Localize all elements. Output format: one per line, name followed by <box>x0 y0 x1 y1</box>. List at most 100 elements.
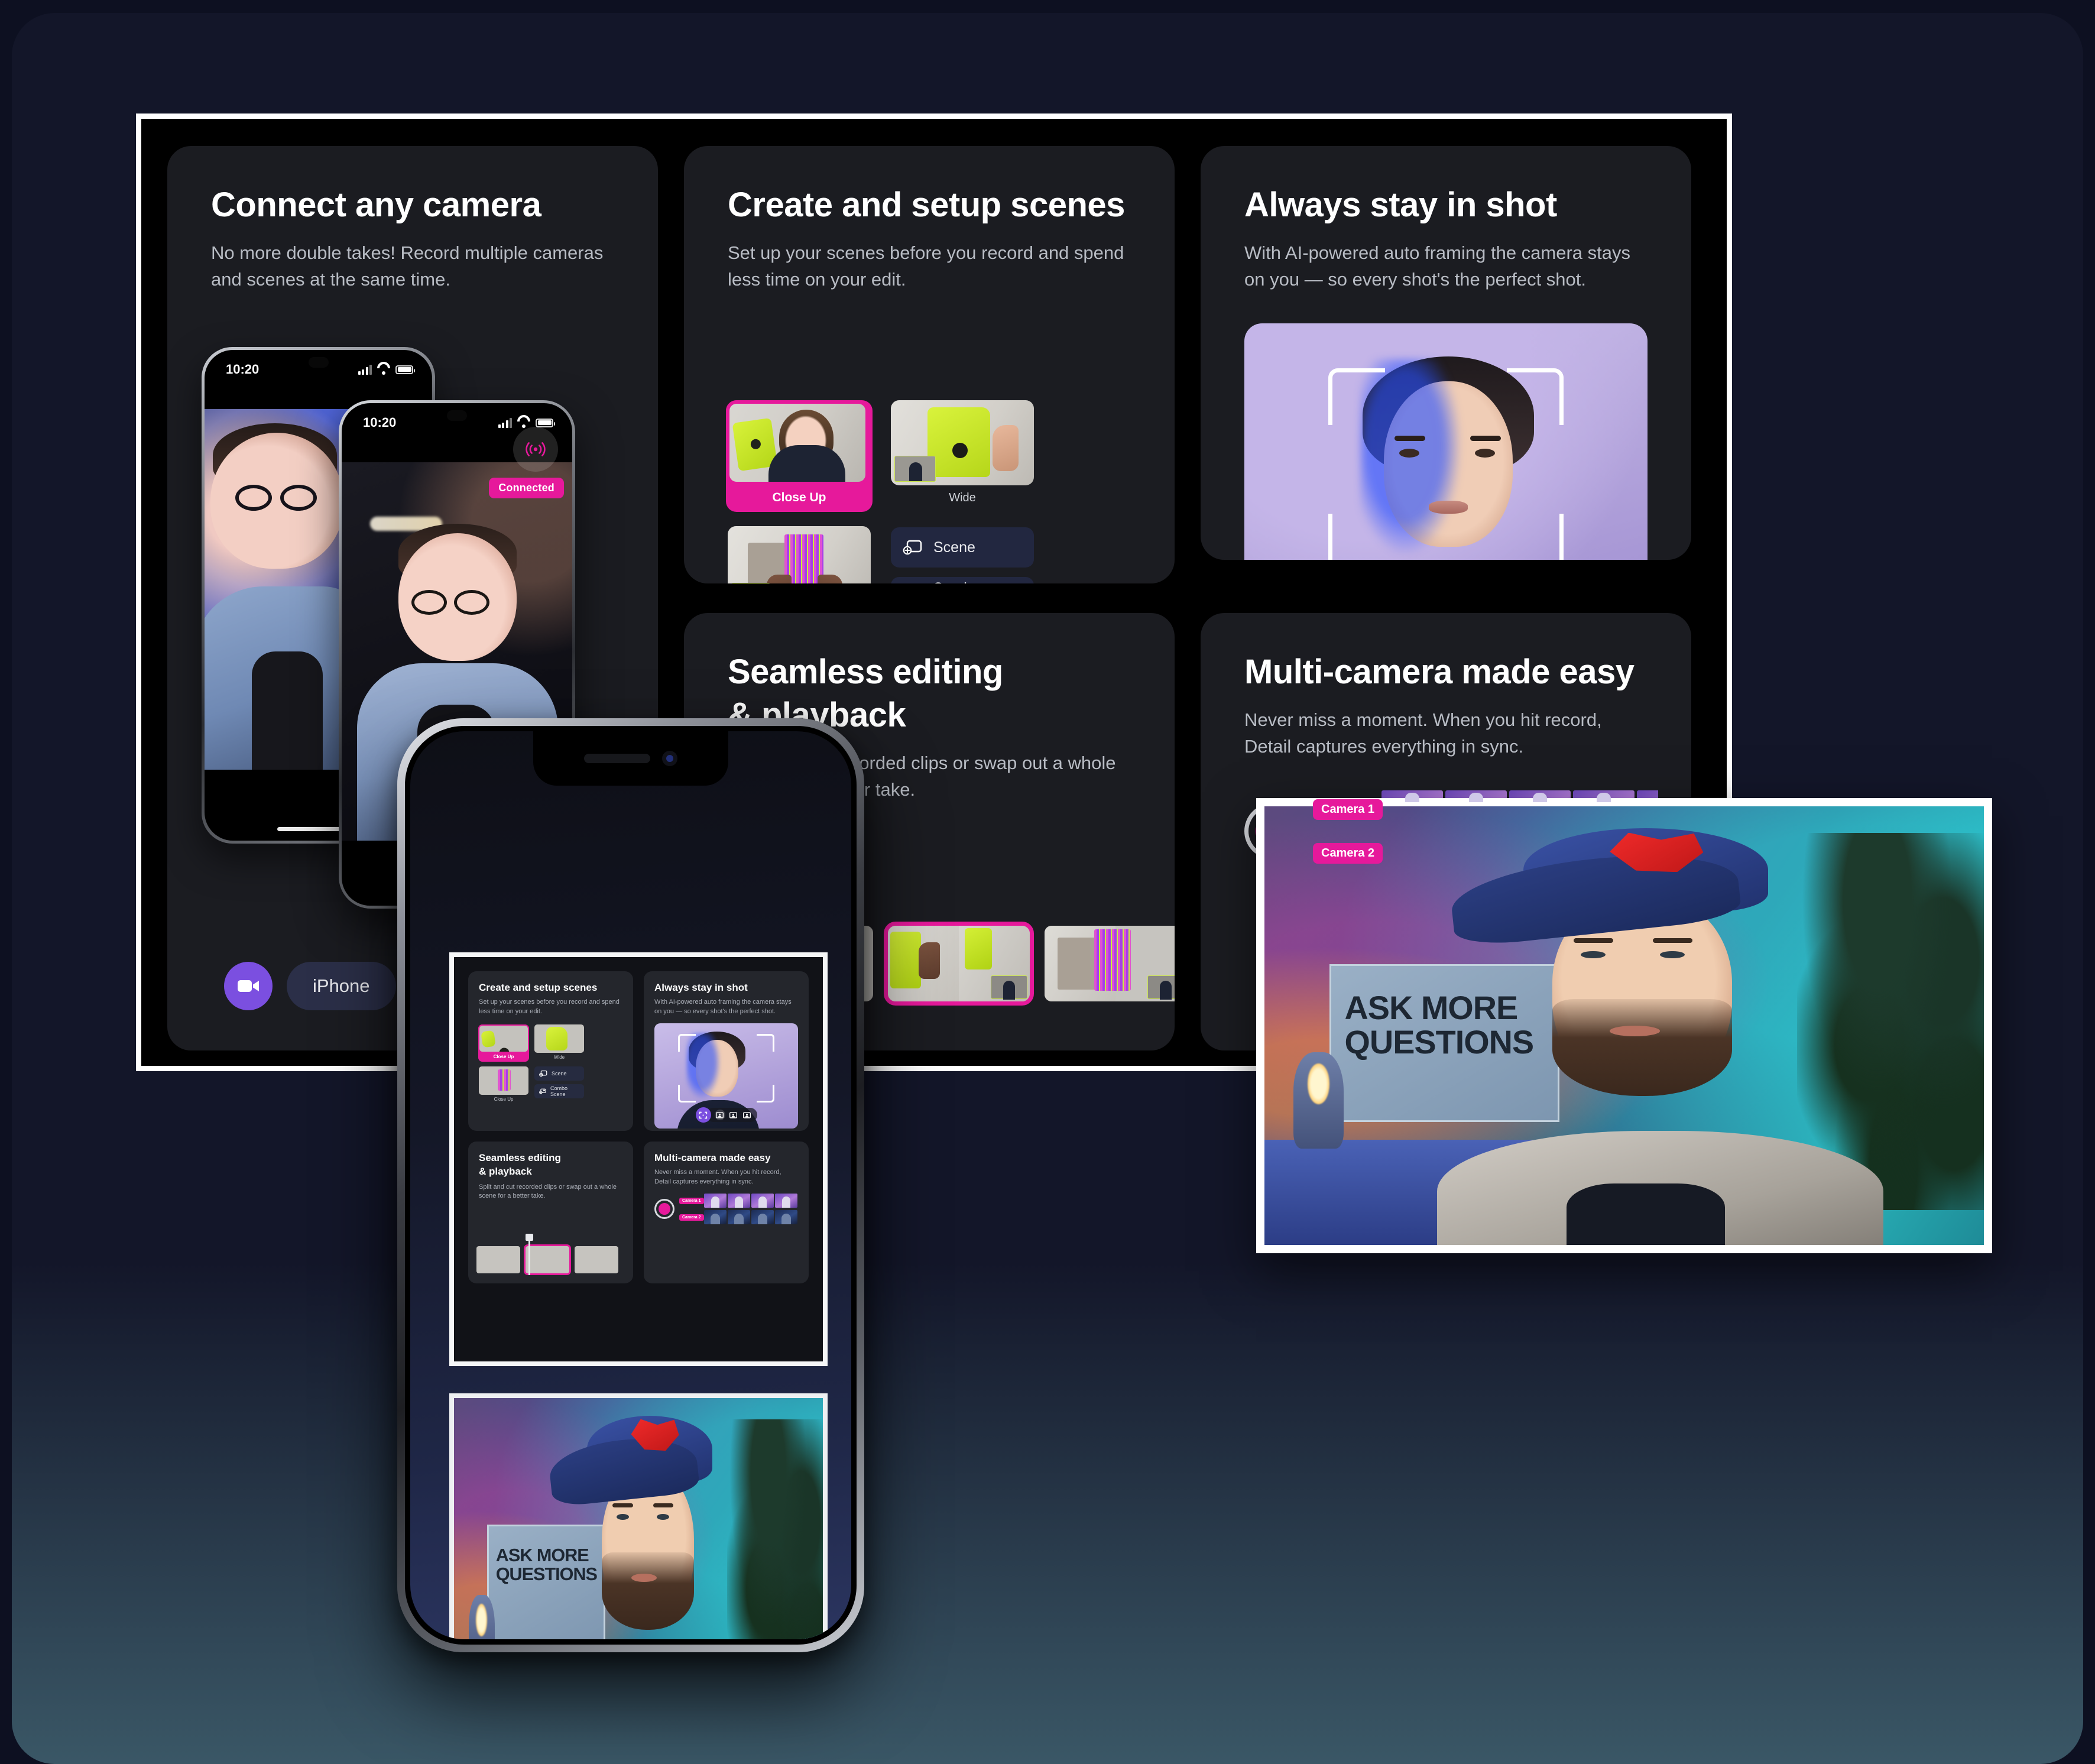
mini-card-multi-camera-made-easy: Multi-camera made easy Never miss a mome… <box>644 1142 809 1283</box>
mini-timeline-clip[interactable] <box>575 1246 618 1273</box>
mini-camera-track-label: Camera 1 <box>679 1197 704 1204</box>
poster: ASK MORE QUESTIONS <box>1329 964 1559 1123</box>
mini-card-title: Always stay in shot <box>654 982 748 993</box>
mini-camera-track-label: Camera 2 <box>679 1214 704 1221</box>
mini-scene-close-up-selected[interactable]: Close Up <box>478 1024 529 1062</box>
add-combo-scene-button[interactable]: Combo Scene <box>891 577 1034 583</box>
wifi-icon <box>377 365 390 375</box>
framing-bracket-bottom-right <box>1507 514 1564 560</box>
mini-add-scene-label: Scene <box>552 1071 567 1077</box>
iphone-notch <box>533 731 728 786</box>
mini-auto-framing-preview <box>654 1023 798 1129</box>
mini-scene-label: Wide <box>553 1055 565 1061</box>
scene-item-close-up-2[interactable]: Close Up <box>728 526 871 583</box>
wifi-icon <box>517 418 530 428</box>
screenshot-root: Connect any camera No more double takes!… <box>0 0 2095 1764</box>
camera-track-label: Camera 2 <box>1313 842 1383 864</box>
scene-grid: Close Up Wide Scene <box>726 400 1141 583</box>
timeline-clip[interactable] <box>1045 926 1175 1001</box>
mini-add-combo-scene-label: Combo Scene <box>550 1085 568 1098</box>
phone-notch <box>308 357 329 368</box>
auto-framing-preview <box>1244 323 1648 560</box>
mini-camera-track[interactable]: Camera 2 <box>679 1210 797 1225</box>
portrait-photo-frame: ASK MORE QUESTIONS <box>1256 798 1992 1253</box>
video-camera-icon[interactable] <box>224 962 273 1010</box>
device-label: iPhone <box>313 975 370 996</box>
mini-editing-timeline[interactable] <box>476 1244 618 1275</box>
mini-scene-label: Close Up <box>493 1054 514 1060</box>
cellular-icon <box>358 364 372 375</box>
timeline-clip-selected[interactable] <box>884 922 1034 1006</box>
mini-card-create-and-setup-scenes: Create and setup scenes Set up your scen… <box>468 971 633 1131</box>
mini-card-title-line1: Seamless editing <box>479 1152 561 1163</box>
mini-framing-close-icon[interactable] <box>742 1110 753 1120</box>
card-title: Multi-camera made easy <box>1244 653 1635 691</box>
mini-card-title: Multi-camera made easy <box>654 1152 771 1163</box>
card-subtitle: Set up your scenes before you record and… <box>728 242 1124 290</box>
mini-card-always-stay-in-shot: Always stay in shot With AI-powered auto… <box>644 971 809 1131</box>
inner-screenshot-frame: Create and setup scenes Set up your scen… <box>449 952 828 1366</box>
iphone-mockup-foreground: Create and setup scenes Set up your scen… <box>397 718 864 1652</box>
poster-text: ASK MORE QUESTIONS <box>1344 988 1535 1061</box>
mini-card-subtitle: With AI-powered auto framing the camera … <box>654 998 792 1015</box>
card-title-line1: Seamless editing <box>728 653 1003 691</box>
mini-framing-medium-icon[interactable] <box>728 1110 739 1120</box>
mini-card-title: Create and setup scenes <box>479 982 598 993</box>
scene-item-close-up-selected[interactable]: Close Up <box>726 400 873 512</box>
front-camera-icon <box>662 751 677 766</box>
earpiece-speaker <box>584 754 650 763</box>
framing-bracket-bottom-left <box>1328 514 1385 560</box>
portrait-photo: ASK MORE QUESTIONS <box>1264 806 1984 1245</box>
add-scene-icon <box>539 1071 547 1077</box>
battery-icon <box>395 365 415 374</box>
card-create-and-setup-scenes: Create and setup scenes Set up your scen… <box>684 146 1175 583</box>
background-panel-lower <box>12 1241 2083 1764</box>
device-selector-iphone[interactable]: iPhone <box>287 962 396 1010</box>
mini-scene-wide[interactable]: Wide <box>534 1024 584 1062</box>
add-combo-scene-label: Combo Scene <box>933 580 1022 583</box>
mini-add-scene-button[interactable]: Scene <box>534 1066 584 1081</box>
status-time: 10:20 <box>363 415 397 430</box>
add-scene-label: Scene <box>933 539 975 556</box>
mini-scene-label: Close Up <box>494 1097 514 1102</box>
mini-timeline-clip[interactable] <box>476 1246 520 1273</box>
framing-bracket-top-left <box>1328 368 1385 425</box>
card-subtitle: No more double takes! Record multiple ca… <box>211 242 604 290</box>
timeline-playhead[interactable] <box>526 1234 533 1275</box>
card-title: Create and setup scenes <box>728 186 1125 224</box>
card-title: Connect any camera <box>211 186 541 224</box>
mini-framing-wide-icon[interactable] <box>714 1110 725 1121</box>
mini-add-combo-scene-button[interactable]: Combo Scene <box>534 1084 584 1099</box>
mini-scene-close-up-2[interactable]: Close Up <box>479 1066 528 1103</box>
connected-badge: Connected <box>489 478 564 498</box>
mini-card-subtitle: Set up your scenes before you record and… <box>479 998 620 1015</box>
poster-text: ASK MORE QUESTIONS <box>495 1545 598 1585</box>
broadcast-icon[interactable] <box>513 427 558 472</box>
mini-timeline-clip-selected[interactable] <box>524 1244 571 1275</box>
mini-card-subtitle: Split and cut recorded clips or swap out… <box>479 1183 617 1200</box>
scene-item-wide[interactable]: Wide <box>891 400 1034 512</box>
card-subtitle: Never miss a moment. When you hit record… <box>1244 709 1602 757</box>
mini-record-button[interactable] <box>654 1199 674 1220</box>
card-title: Always stay in shot <box>1244 186 1557 224</box>
mini-card-title-line2: & playback <box>479 1166 532 1178</box>
mini-camera-track[interactable]: Camera 1 <box>679 1194 797 1208</box>
phone-portrait-photo-frame: ASK MORE QUESTIONS <box>449 1393 828 1639</box>
mini-auto-frame-icon[interactable] <box>695 1107 711 1123</box>
add-combo-scene-icon <box>539 1088 546 1094</box>
add-scene-button[interactable]: Scene <box>891 527 1034 568</box>
card-always-stay-in-shot: Always stay in shot With AI-powered auto… <box>1201 146 1691 560</box>
battery-icon <box>536 418 555 427</box>
mini-card-subtitle: Never miss a moment. When you hit record… <box>654 1169 781 1185</box>
phone-portrait-photo: ASK MORE QUESTIONS <box>454 1398 823 1639</box>
scene-label: Wide <box>949 491 976 504</box>
camera-track-label: Camera 1 <box>1313 799 1383 820</box>
scene-label: Close Up <box>772 491 826 504</box>
status-time: 10:20 <box>226 362 260 377</box>
cellular-icon <box>498 417 512 428</box>
mini-card-seamless-editing-playback: Seamless editing & playback Split and cu… <box>468 1142 633 1283</box>
add-scene-icon <box>903 540 922 555</box>
framing-bracket-top-right <box>1507 368 1564 425</box>
phone-notch <box>447 410 467 421</box>
camera-actions: iPhone <box>224 962 396 1010</box>
